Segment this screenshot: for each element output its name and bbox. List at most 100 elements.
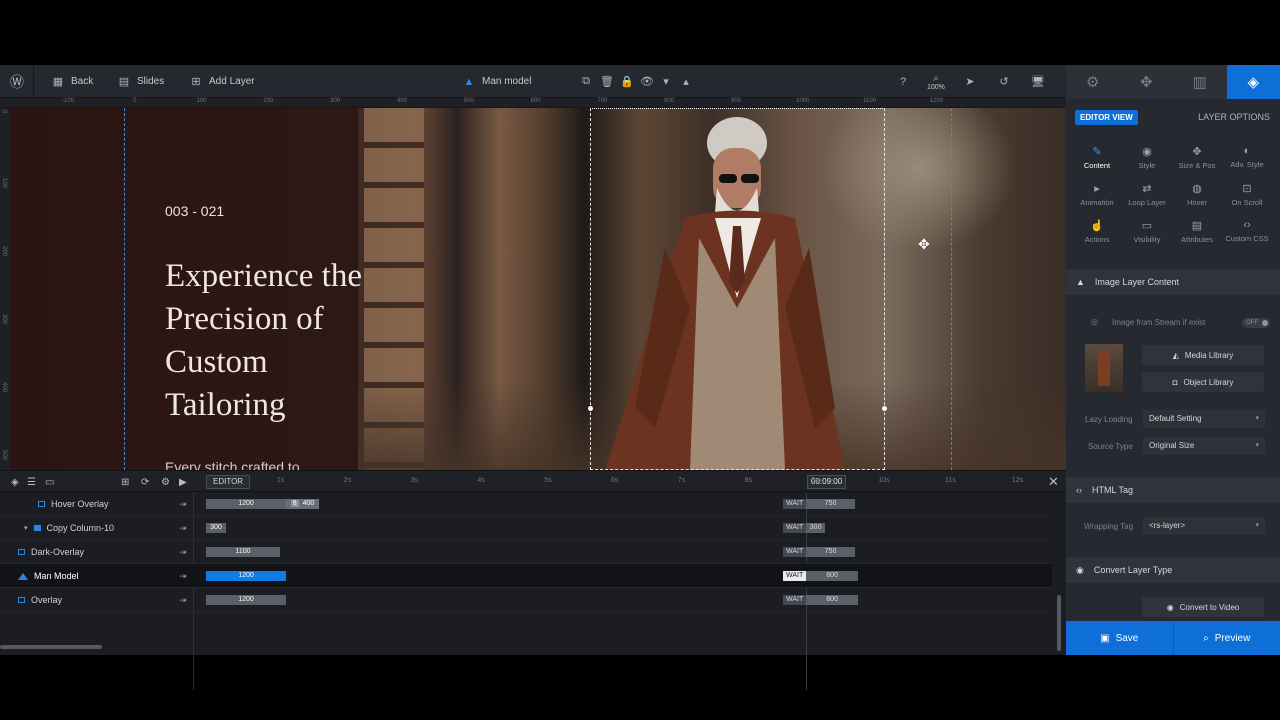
option-content[interactable]: ✎ Content xyxy=(1072,145,1122,170)
save-icon: ▣ xyxy=(1100,632,1110,644)
layer-name[interactable]: Hover Overlay xyxy=(38,492,109,516)
slides-button[interactable]: ▤ Slides xyxy=(118,65,164,98)
navigation-icon[interactable]: ✥ xyxy=(1120,65,1174,99)
slide-headline[interactable]: Experience the Precision of Custom Tailo… xyxy=(165,255,365,427)
layer-name[interactable]: Overlay xyxy=(18,588,62,612)
list-icon[interactable]: ☰ xyxy=(27,471,36,493)
convert-to-video-button[interactable]: ◉ Convert to Video xyxy=(1142,597,1264,617)
start-bar[interactable]: 1200 xyxy=(206,571,286,581)
timeline-header: ◈ ☰ ▭ ⊞ ⟳ ⚙ ▶ EDITOR 00:09:00 ✕ 1s 2s 3s 4s… xyxy=(0,470,1066,492)
slide-number-text[interactable]: 003 - 021 xyxy=(165,203,224,219)
trash-icon[interactable]: 🗑 xyxy=(600,65,614,98)
ruler-tick: 400 xyxy=(1,382,7,393)
wordpress-icon[interactable]: Ⓦ xyxy=(10,65,24,98)
section-title: HTML Tag xyxy=(1092,485,1134,495)
option-style[interactable]: ◉ Style xyxy=(1122,145,1172,170)
option-on-scroll[interactable]: ⊡ On Scroll xyxy=(1222,182,1272,207)
start-bar[interactable]: 300 xyxy=(206,523,226,533)
timeline-row-copy-column[interactable]: ▾ Copy Column-10 ⇥ 300 WAIT 300 xyxy=(0,516,1052,540)
source-type-select[interactable]: Original Size ▾ xyxy=(1143,437,1265,455)
option-visibility[interactable]: ▭ Visibility xyxy=(1122,219,1172,244)
expand-arrow-icon[interactable]: ⇥ xyxy=(179,588,187,612)
timeline-row-dark-overlay[interactable]: Dark-Overlay ⇥ 1100 WAIT 750 xyxy=(0,540,1052,564)
wrapping-tag-select[interactable]: <rs-layer> ▾ xyxy=(1143,517,1265,535)
chevron-down-icon[interactable]: ▾ xyxy=(660,65,672,98)
wait-bar[interactable]: WAIT 750 xyxy=(783,547,855,557)
start-bar[interactable]: 1200 xyxy=(206,595,286,605)
option-loop-layer[interactable]: ⇄ Loop Layer xyxy=(1122,182,1172,207)
layer-name[interactable]: Dark-Overlay xyxy=(18,540,84,564)
timeline-row-overlay[interactable]: Overlay ⇥ 1200 WAIT 800 xyxy=(0,588,1052,612)
slides-tab-icon[interactable]: ▥ xyxy=(1173,65,1227,99)
current-layer-select[interactable]: ▲ Man model xyxy=(463,65,532,98)
editor-mode-chip[interactable]: EDITOR xyxy=(206,475,251,489)
timeline-row-man-model[interactable]: Man Model ⇥ 1200 WAIT 800 xyxy=(0,564,1052,588)
resize-handle-left[interactable] xyxy=(588,406,593,411)
lazy-loading-select[interactable]: Default Setting ▾ xyxy=(1143,410,1265,428)
extra-bar[interactable]: 8 400 xyxy=(286,499,319,509)
option-animation[interactable]: ▸ Animation xyxy=(1072,182,1122,207)
eye-icon[interactable]: 👁 xyxy=(640,65,654,98)
expand-arrow-icon[interactable]: ⇥ xyxy=(179,540,187,564)
play-icon[interactable]: ▶ xyxy=(179,471,187,493)
vertical-scrollbar[interactable] xyxy=(1057,595,1061,651)
option-size-pos[interactable]: ✥ Size & Pos xyxy=(1172,145,1222,170)
layers-icon[interactable]: ◈ xyxy=(11,471,19,493)
timeline-second-label: 1s xyxy=(277,477,285,484)
expand-arrow-icon[interactable]: ⇥ xyxy=(179,492,187,516)
start-bar[interactable]: 1100 xyxy=(206,547,280,557)
media-library-button[interactable]: ◭ Media Library xyxy=(1142,345,1264,365)
save-button[interactable]: ▣ Save xyxy=(1066,621,1173,655)
desktop-icon[interactable]: 🖥 xyxy=(1031,65,1045,98)
close-icon[interactable]: ✕ xyxy=(1048,471,1059,493)
gear-icon[interactable]: ⚙ xyxy=(1066,65,1120,99)
layer-options-title: LAYER OPTIONS xyxy=(1198,112,1270,122)
timeline-row-hover-overlay[interactable]: Hover Overlay ⇥ 1200 8 400 WAIT 750 xyxy=(0,492,1052,516)
option-custom-css[interactable]: ‹› Custom CSS xyxy=(1222,219,1272,243)
wait-bar[interactable]: WAIT 800 xyxy=(783,595,858,605)
option-actions[interactable]: ☝ Actions xyxy=(1072,219,1122,244)
search-icon: ⌕ xyxy=(1203,632,1209,644)
collapse-icon[interactable]: ▾ xyxy=(24,524,28,532)
ruler-tick: 0 xyxy=(133,98,137,104)
image-layer-content-header[interactable]: ▲ Image Layer Content xyxy=(1066,269,1280,295)
ruler-tick: 1200 xyxy=(929,98,944,104)
grid-icon[interactable]: ⊞ xyxy=(121,471,129,493)
layer-name[interactable]: Man Model xyxy=(18,564,79,588)
layer-thumbnail[interactable] xyxy=(1085,344,1123,392)
option-hover[interactable]: ◍ Hover xyxy=(1172,182,1222,207)
layers-tab-icon[interactable]: ◈ xyxy=(1226,65,1280,99)
option-attributes[interactable]: ▤ Attributes xyxy=(1172,219,1222,244)
lock-icon[interactable]: 🔒 xyxy=(620,65,634,98)
stream-toggle[interactable]: OFF xyxy=(1242,318,1270,328)
undo-icon[interactable]: ↺ xyxy=(998,65,1010,98)
help-icon[interactable]: ? xyxy=(897,65,909,98)
editor-view-badge[interactable]: EDITOR VIEW xyxy=(1075,110,1138,125)
zoom-control[interactable]: ⌕ 100% xyxy=(927,65,945,98)
horizontal-scrollbar[interactable] xyxy=(0,645,102,649)
option-adv-style[interactable]: ◐ Adv. Style xyxy=(1222,145,1272,169)
chevron-up-icon[interactable]: ▴ xyxy=(680,65,692,98)
layer-name[interactable]: ▾ Copy Column-10 xyxy=(24,516,114,540)
object-library-button[interactable]: ◘ Object Library xyxy=(1142,372,1264,392)
cursor-icon[interactable]: ➤ xyxy=(964,65,976,98)
zoom-level: 100% xyxy=(927,83,945,91)
back-button[interactable]: ▦ Back xyxy=(52,65,93,98)
wait-bar[interactable]: WAIT 750 xyxy=(783,499,855,509)
html-tag-header[interactable]: ‹› HTML Tag xyxy=(1066,477,1280,503)
slide-subtitle[interactable]: Every stitch crafted to xyxy=(165,459,300,470)
start-bar[interactable]: 1200 xyxy=(206,499,286,509)
resize-handle-right[interactable] xyxy=(882,406,887,411)
slide-canvas[interactable]: 003 - 021 Experience the Precision of Cu… xyxy=(10,108,1066,470)
add-layer-button[interactable]: ⊞ Add Layer xyxy=(190,65,254,98)
expand-arrow-icon[interactable]: ⇥ xyxy=(179,516,187,540)
preview-button[interactable]: ⌕ Preview xyxy=(1172,621,1280,655)
wait-bar[interactable]: WAIT 300 xyxy=(783,523,825,533)
refresh-icon[interactable]: ⟳ xyxy=(141,471,149,493)
wait-bar[interactable]: WAIT 800 xyxy=(783,571,858,581)
convert-layer-type-header[interactable]: ◉ Convert Layer Type xyxy=(1066,557,1280,583)
expand-arrow-icon[interactable]: ⇥ xyxy=(179,564,187,588)
duplicate-icon[interactable]: ⧉ xyxy=(580,65,592,98)
settings-icon[interactable]: ⚙ xyxy=(161,471,170,493)
folder-icon[interactable]: ▭ xyxy=(45,471,54,493)
